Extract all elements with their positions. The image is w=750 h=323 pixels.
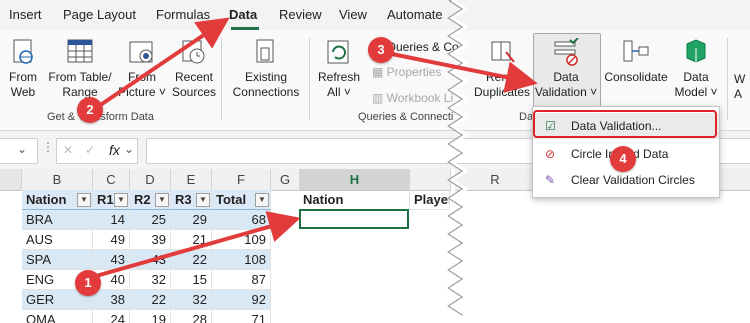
callout-1: 1 [75, 270, 101, 296]
arrow-1 [95, 211, 301, 278]
arrow-2 [94, 17, 230, 110]
arrow-3 [391, 52, 538, 93]
callout-3: 3 [368, 37, 394, 63]
callout-4: 4 [610, 146, 636, 172]
callout-2: 2 [77, 97, 103, 123]
